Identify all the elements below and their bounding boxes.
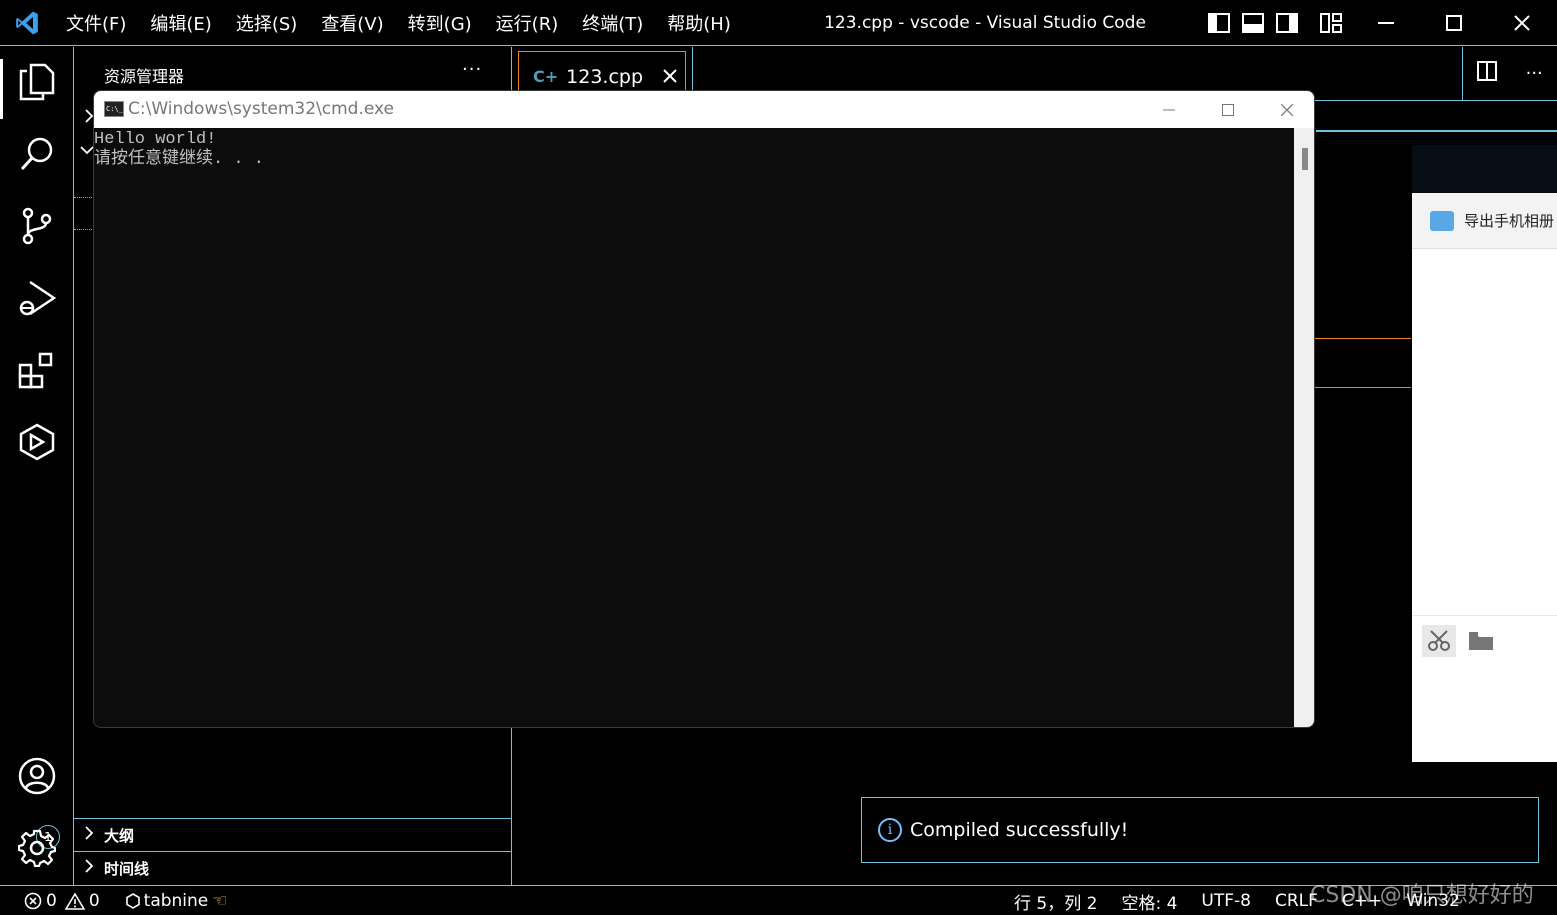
extensions-icon[interactable] — [16, 349, 58, 391]
source-control-icon[interactable] — [16, 205, 58, 247]
settings-gear-icon[interactable] — [16, 827, 58, 869]
menu-help[interactable]: 帮助(H) — [655, 10, 743, 36]
active-indicator — [0, 59, 3, 119]
panel-toolbar — [1422, 625, 1498, 657]
photo-export-icon — [1430, 210, 1454, 231]
editor-highlight-line — [1315, 387, 1411, 388]
error-count: 0 — [46, 890, 57, 911]
search-icon[interactable] — [16, 133, 58, 175]
cmd-window[interactable]: C:\_ C:\Windows\system32\cmd.exe Hello w… — [93, 90, 1315, 728]
warning-icon — [64, 891, 85, 910]
remote-explorer-icon[interactable] — [16, 421, 58, 463]
cmd-app-icon: C:\_ — [104, 101, 124, 117]
cpp-file-icon: C+ — [533, 67, 559, 86]
cmd-minimize-icon[interactable] — [1139, 91, 1198, 128]
info-icon: i — [878, 818, 902, 842]
title-bar: 文件(F) 编辑(E) 选择(S) 查看(V) 转到(G) 运行(R) 终端(T… — [0, 0, 1557, 46]
split-editor-icon[interactable] — [1477, 61, 1498, 86]
menu-edit[interactable]: 编辑(E) — [138, 10, 223, 36]
menu-run[interactable]: 运行(R) — [484, 10, 571, 36]
export-photos-button[interactable]: 导出手机相册 — [1412, 193, 1557, 249]
editor-highlight-line — [1315, 338, 1411, 339]
explorer-icon[interactable] — [16, 61, 58, 103]
sidebar-more-actions[interactable]: ··· — [462, 59, 482, 80]
section-timeline-label: 时间线 — [104, 859, 150, 878]
menu-selection[interactable]: 选择(S) — [224, 10, 309, 36]
editor-sticky-border — [1316, 130, 1557, 132]
panel-divider — [1412, 615, 1557, 616]
tab-close-icon[interactable] — [663, 64, 677, 88]
window-title: 123.cpp - vscode - Visual Studio Code — [824, 13, 1146, 33]
chevron-right-icon — [84, 826, 100, 844]
menu-view[interactable]: 查看(V) — [309, 10, 395, 36]
activity-bar: 1 — [0, 47, 74, 885]
cmd-close-icon[interactable] — [1257, 91, 1314, 128]
cmd-title: C:\Windows\system32\cmd.exe — [128, 99, 395, 119]
cmd-scrollbar-thumb[interactable] — [1302, 148, 1308, 170]
indentation[interactable]: 空格: 4 — [1121, 889, 1177, 914]
vscode-logo-icon — [16, 11, 38, 35]
notification-toast[interactable]: i Compiled successfully! — [861, 797, 1539, 863]
status-left: 0 0 tabnine ☜ — [0, 891, 228, 911]
console-line: Hello world! — [94, 130, 217, 149]
chevron-down-icon[interactable] — [80, 145, 94, 155]
cursor-position[interactable]: 行 5，列 2 — [1014, 889, 1097, 914]
menu-file[interactable]: 文件(F) — [54, 10, 138, 36]
tabnine-status[interactable]: tabnine ☜ — [125, 890, 228, 911]
accounts-icon[interactable] — [16, 755, 58, 797]
maximize-icon[interactable] — [1420, 0, 1488, 46]
close-icon[interactable] — [1488, 0, 1556, 46]
toggle-primary-sidebar-icon[interactable] — [1206, 11, 1232, 35]
editor-actions: ··· — [1462, 47, 1557, 101]
cmd-window-controls — [1139, 91, 1314, 128]
problems-indicator[interactable]: 0 0 — [24, 891, 100, 911]
chevron-right-icon — [84, 859, 100, 877]
toggle-secondary-sidebar-icon[interactable] — [1274, 11, 1300, 35]
tabnine-hex-icon — [125, 892, 140, 909]
cmd-title-bar[interactable]: C:\_ C:\Windows\system32\cmd.exe — [94, 91, 1314, 128]
console-line: 请按任意键继续. . . — [94, 150, 265, 169]
tab-label: 123.cpp — [566, 65, 644, 88]
section-outline-label: 大纲 — [104, 826, 135, 845]
toggle-panel-icon[interactable] — [1240, 11, 1266, 35]
section-outline[interactable]: 大纲 — [74, 818, 511, 851]
csdn-watermark: CSDN @咱只想好好的 — [1310, 883, 1534, 908]
export-photos-label: 导出手机相册 — [1464, 212, 1555, 230]
sidebar-title: 资源管理器 — [104, 67, 185, 86]
menu-terminal[interactable]: 终端(T) — [570, 10, 655, 36]
menu-bar: 文件(F) 编辑(E) 选择(S) 查看(V) 转到(G) 运行(R) 终端(T… — [54, 0, 743, 46]
error-icon — [24, 892, 42, 909]
cmd-maximize-icon[interactable] — [1198, 91, 1257, 128]
panel-header — [1412, 145, 1557, 193]
focused-tree-item[interactable] — [74, 197, 94, 230]
cmd-scrollbar[interactable] — [1294, 128, 1314, 727]
encoding[interactable]: UTF-8 — [1201, 891, 1251, 911]
section-timeline[interactable]: 时间线 — [74, 851, 511, 884]
window-controls — [1352, 0, 1556, 46]
pointing-hand-icon: ☜ — [212, 890, 228, 911]
tabnine-label: tabnine — [143, 890, 209, 911]
customize-layout-icon[interactable] — [1318, 11, 1344, 35]
cmd-console-output[interactable]: Hello world! 请按任意键继续. . . — [94, 128, 1294, 727]
layout-controls — [1206, 11, 1344, 35]
menu-go[interactable]: 转到(G) — [396, 10, 484, 36]
warning-count: 0 — [88, 890, 100, 911]
floating-tool-panel: 导出手机相册 — [1412, 145, 1557, 762]
minimize-icon[interactable] — [1352, 0, 1420, 46]
notification-message: Compiled successfully! — [910, 819, 1129, 841]
more-actions-icon[interactable]: ··· — [1526, 63, 1543, 84]
folder-icon[interactable] — [1464, 625, 1498, 657]
scissors-icon[interactable] — [1422, 625, 1456, 657]
run-debug-icon[interactable] — [16, 277, 58, 319]
